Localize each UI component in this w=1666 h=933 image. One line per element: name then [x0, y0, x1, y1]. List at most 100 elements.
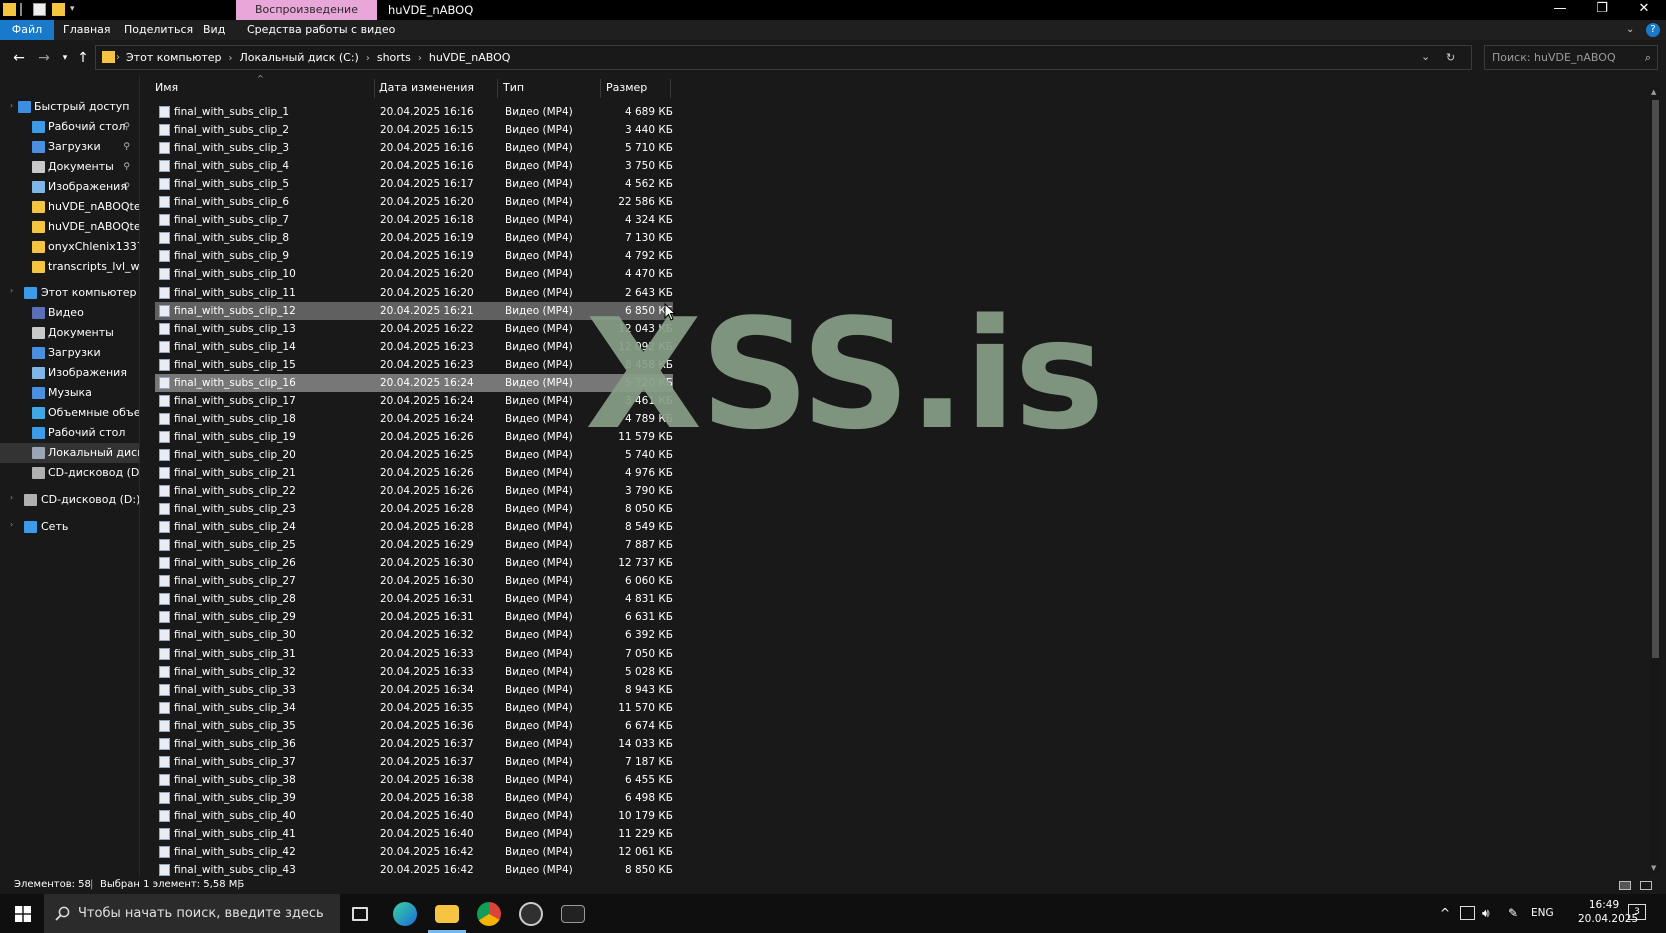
sidebar-item[interactable]: Изображения ⚲ — [0, 177, 140, 197]
clock[interactable]: 16:49 20.04.2025 — [1578, 893, 1638, 932]
column-divider[interactable] — [600, 79, 601, 98]
file-row[interactable]: final_with_subs_clip_35 20.04.2025 16:36 В… — [155, 717, 673, 735]
crumb-this-pc[interactable]: Этот компьютер — [126, 51, 222, 64]
sidebar-item[interactable]: transcripts_lvl_word — [0, 257, 140, 277]
crumb-current-folder[interactable]: huVDE_nABOQ — [429, 51, 511, 64]
column-divider[interactable] — [374, 79, 375, 98]
sidebar-item[interactable]: Документы ⚲ — [0, 157, 140, 177]
tab-file[interactable]: Файл — [0, 20, 54, 40]
file-row[interactable]: final_with_subs_clip_39 20.04.2025 16:38 В… — [155, 789, 673, 807]
file-row[interactable]: final_with_subs_clip_34 20.04.2025 16:35 В… — [155, 699, 673, 717]
file-row[interactable]: final_with_subs_clip_9 20.04.2025 16:19 Ви… — [155, 247, 673, 265]
task-view-icon[interactable] — [352, 907, 368, 921]
expand-arrow-icon[interactable]: › — [10, 281, 13, 301]
column-divider[interactable] — [670, 79, 671, 98]
back-button[interactable]: ← — [8, 48, 30, 68]
file-row[interactable]: final_with_subs_clip_5 20.04.2025 16:17 Ви… — [155, 175, 673, 193]
file-row[interactable]: final_with_subs_clip_37 20.04.2025 16:37 В… — [155, 753, 673, 771]
file-row[interactable]: final_with_subs_clip_36 20.04.2025 16:37 В… — [155, 735, 673, 753]
file-row[interactable]: final_with_subs_clip_29 20.04.2025 16:31 В… — [155, 608, 673, 626]
minimize-button[interactable]: — — [1540, 0, 1580, 20]
language-indicator[interactable]: ENG — [1531, 894, 1554, 933]
sidebar-item[interactable]: Быстрый доступ — [0, 97, 140, 117]
up-button[interactable]: ↑ — [72, 48, 94, 68]
file-explorer-icon[interactable] — [435, 905, 459, 923]
sidebar-item[interactable]: Изображения — [0, 363, 140, 383]
sidebar-item[interactable]: huVDE_nABOQtest — [0, 197, 140, 217]
sidebar-item[interactable]: Рабочий стол ⚲ — [0, 117, 140, 137]
ribbon-expand-icon[interactable]: ⌄ — [1626, 20, 1634, 40]
volume-icon[interactable]: 🔊︎ — [1482, 894, 1490, 933]
sidebar-item[interactable]: Объемные объекты — [0, 403, 140, 423]
customize-toolbar-icon[interactable]: ▾ — [70, 3, 83, 16]
sidebar-item[interactable]: Рабочий стол — [0, 423, 140, 443]
crumb-local-disk[interactable]: Локальный диск (C:) — [240, 51, 359, 64]
refresh-button[interactable]: ↻ — [1446, 46, 1455, 69]
restore-button[interactable]: ❐ — [1582, 0, 1622, 20]
taskbar-search-box[interactable]: Чтобы начать поиск, введите здесь запрос — [44, 894, 340, 933]
file-row[interactable]: final_with_subs_clip_23 20.04.2025 16:28 В… — [155, 500, 673, 518]
column-header-date[interactable]: Дата изменения — [379, 78, 474, 98]
tab-home[interactable]: Главная — [63, 20, 111, 40]
file-row[interactable]: final_with_subs_clip_25 20.04.2025 16:29 В… — [155, 536, 673, 554]
sidebar-item[interactable]: huVDE_nABOQtest — [0, 217, 140, 237]
expand-arrow-icon[interactable]: › — [10, 515, 13, 535]
terminal-icon[interactable] — [561, 905, 585, 923]
file-row[interactable]: final_with_subs_clip_24 20.04.2025 16:28 В… — [155, 518, 673, 536]
help-icon[interactable]: ? — [1646, 23, 1660, 37]
sidebar-item[interactable]: Музыка — [0, 383, 140, 403]
forward-button[interactable]: → — [33, 48, 55, 68]
sidebar-item[interactable]: onyxChlenix1337 — [0, 237, 140, 257]
sidebar-item[interactable]: CD-дисковод (D:) co — [0, 490, 140, 510]
column-header-type[interactable]: Тип — [503, 78, 524, 98]
address-bar[interactable]: › Этот компьютер › Локальный диск (C:) › sho… — [95, 45, 1472, 70]
address-dropdown-button[interactable]: ⌄ — [1421, 46, 1430, 68]
column-header-name[interactable]: Имя — [155, 78, 178, 98]
close-button[interactable]: ✕ — [1624, 0, 1664, 20]
file-row[interactable]: final_with_subs_clip_40 20.04.2025 16:40 В… — [155, 807, 673, 825]
file-row[interactable]: final_with_subs_clip_31 20.04.2025 16:33 В… — [155, 645, 673, 663]
sidebar-item[interactable]: Видео — [0, 303, 140, 323]
file-row[interactable]: final_with_subs_clip_10 20.04.2025 16:20 В… — [155, 265, 673, 283]
obs-icon[interactable] — [519, 902, 543, 926]
file-row[interactable]: final_with_subs_clip_27 20.04.2025 16:30 В… — [155, 572, 673, 590]
file-row[interactable]: final_with_subs_clip_8 20.04.2025 16:19 Ви… — [155, 229, 673, 247]
file-row[interactable]: final_with_subs_clip_1 20.04.2025 16:16 Ви… — [155, 103, 673, 121]
file-row[interactable]: final_with_subs_clip_4 20.04.2025 16:16 Ви… — [155, 157, 673, 175]
file-row[interactable]: final_with_subs_clip_22 20.04.2025 16:26 В… — [155, 482, 673, 500]
expand-arrow-icon[interactable]: › — [10, 488, 13, 508]
pane-divider[interactable] — [139, 76, 140, 876]
notifications-icon[interactable]: 3 — [1628, 904, 1646, 920]
file-row[interactable]: final_with_subs_clip_7 20.04.2025 16:18 Ви… — [155, 211, 673, 229]
sidebar-item[interactable]: Локальный диск (C:) — [0, 443, 140, 463]
crumb-shorts[interactable]: shorts — [377, 51, 411, 64]
file-row[interactable]: final_with_subs_clip_2 20.04.2025 16:15 Ви… — [155, 121, 673, 139]
sidebar-item[interactable]: Загрузки — [0, 343, 140, 363]
windows-start-icon[interactable] — [15, 906, 31, 922]
scroll-up-arrow-icon[interactable]: ▲ — [1651, 88, 1656, 96]
file-row[interactable]: final_with_subs_clip_21 20.04.2025 16:26 В… — [155, 464, 673, 482]
file-row[interactable]: final_with_subs_clip_30 20.04.2025 16:32 В… — [155, 626, 673, 644]
file-row[interactable]: final_with_subs_clip_38 20.04.2025 16:38 В… — [155, 771, 673, 789]
file-row[interactable]: final_with_subs_clip_41 20.04.2025 16:40 В… — [155, 825, 673, 843]
tab-view[interactable]: Вид — [203, 20, 225, 40]
expand-arrow-icon[interactable]: › — [10, 96, 13, 116]
new-folder-icon[interactable] — [52, 3, 65, 16]
file-row[interactable]: final_with_subs_clip_28 20.04.2025 16:31 В… — [155, 590, 673, 608]
scroll-down-arrow-icon[interactable]: ▼ — [1651, 864, 1656, 872]
pen-icon[interactable]: ✎ — [1508, 894, 1518, 933]
file-row[interactable]: final_with_subs_clip_26 20.04.2025 16:30 В… — [155, 554, 673, 572]
sidebar-item[interactable]: Документы — [0, 323, 140, 343]
sidebar-item[interactable]: Этот компьютер — [0, 283, 140, 303]
column-divider[interactable] — [497, 79, 498, 98]
file-row[interactable]: final_with_subs_clip_33 20.04.2025 16:34 В… — [155, 681, 673, 699]
sidebar-item[interactable]: Загрузки ⚲ — [0, 137, 140, 157]
file-row[interactable]: final_with_subs_clip_42 20.04.2025 16:42 В… — [155, 843, 673, 861]
file-row[interactable]: final_with_subs_clip_6 20.04.2025 16:20 Ви… — [155, 193, 673, 211]
network-icon[interactable] — [1460, 906, 1475, 920]
scrollbar-thumb[interactable] — [1652, 100, 1659, 658]
chrome-icon[interactable] — [477, 902, 501, 926]
tab-video-tools[interactable]: Средства работы с видео — [247, 20, 395, 40]
tab-share[interactable]: Поделиться — [124, 20, 193, 40]
tab-playback[interactable]: Воспроизведение — [236, 0, 377, 20]
